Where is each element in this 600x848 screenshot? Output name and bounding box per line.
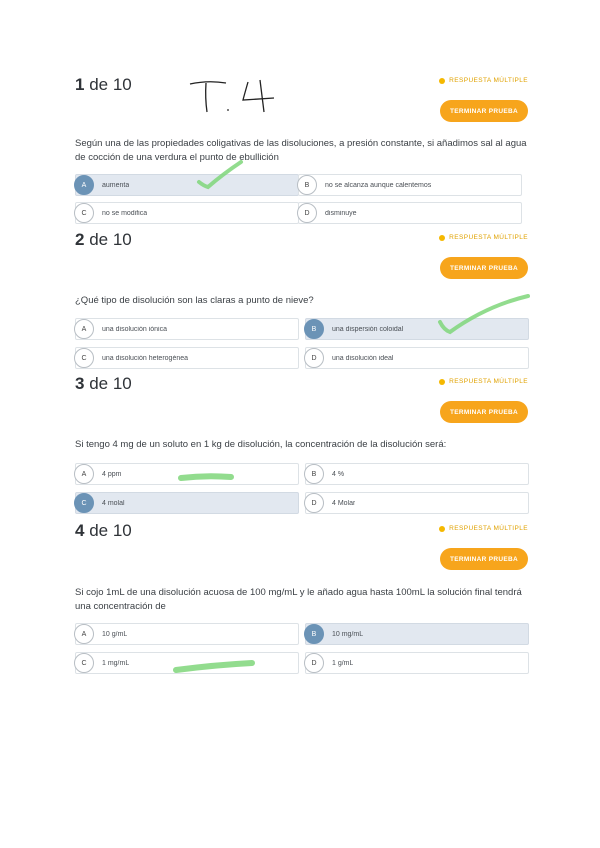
handwritten-annotation <box>188 78 288 123</box>
end-test-button[interactable]: TERMINAR PRUEBA <box>439 548 528 570</box>
question-counter: 2 de 10 <box>75 230 132 249</box>
option-text: no se modifica <box>102 209 148 217</box>
multiple-choice-badge: RESPUESTA MÚLTIPLE <box>439 234 528 241</box>
option-letter: D <box>304 493 324 513</box>
option-letter: A <box>74 464 94 484</box>
question-text: Según una de las propiedades coligativas… <box>75 138 527 163</box>
option-text: 1 mg/mL <box>102 659 130 667</box>
badge-dot-icon <box>439 234 446 241</box>
option-c[interactable]: Cno se modifica <box>74 202 299 224</box>
multiple-choice-badge: RESPUESTA MÚLTIPLE <box>439 378 528 385</box>
option-b[interactable]: B 10 mg/mL <box>304 623 529 645</box>
question-text: Si tengo 4 mg de un soluto en 1 kg de di… <box>75 439 447 450</box>
option-letter: D <box>297 203 317 223</box>
option-a[interactable]: Aaumenta <box>74 174 299 196</box>
option-b[interactable]: Bno se alcanza aunque calentemos <box>297 174 522 196</box>
option-letter: B <box>297 175 317 195</box>
question-counter: 4 de 10 <box>75 521 132 540</box>
highlighter-stroke-mark <box>178 470 234 489</box>
option-text: disminuye <box>325 209 357 217</box>
option-text: una dispersión coloidal <box>332 325 404 333</box>
question-counter: 1 de 10 <box>75 75 132 94</box>
option-d[interactable]: Duna disolución ideal <box>304 347 529 369</box>
option-letter: D <box>304 653 324 673</box>
end-test-button[interactable]: TERMINAR PRUEBA <box>439 401 528 423</box>
option-letter: A <box>74 319 94 339</box>
end-test-button[interactable]: TERMINAR PRUEBA <box>439 257 528 279</box>
end-test-button[interactable]: TERMINAR PRUEBA <box>439 100 528 122</box>
option-c[interactable]: C 4 molal <box>74 492 299 514</box>
highlighter-check-mark <box>436 292 531 341</box>
highlighter-stroke-mark <box>172 658 256 679</box>
highlighter-check-mark <box>195 158 245 195</box>
multiple-choice-badge: RESPUESTA MÚLTIPLE <box>439 525 528 532</box>
option-a[interactable]: A 10 g/mL <box>74 623 299 645</box>
option-a[interactable]: Auna disolución iónica <box>74 318 299 340</box>
question-counter: 3 de 10 <box>75 374 132 393</box>
option-letter: B <box>304 319 324 339</box>
badge-dot-icon <box>439 378 446 385</box>
option-letter: D <box>304 348 324 368</box>
option-text: 1 g/mL <box>332 659 354 667</box>
option-d[interactable]: Ddisminuye <box>297 202 522 224</box>
option-text: una disolución heterogénea <box>102 354 189 362</box>
multiple-choice-badge: RESPUESTA MÚLTIPLE <box>439 77 528 84</box>
option-c[interactable]: Cuna disolución heterogénea <box>74 347 299 369</box>
option-letter: B <box>304 464 324 484</box>
option-b[interactable]: B 4 % <box>304 463 529 485</box>
option-text: 4 ppm <box>102 470 122 478</box>
option-letter: A <box>74 175 94 195</box>
option-letter: C <box>74 348 94 368</box>
badge-dot-icon <box>439 77 446 84</box>
option-letter: C <box>74 203 94 223</box>
option-text: 4 % <box>332 470 345 478</box>
option-text: no se alcanza aunque calentemos <box>325 181 432 189</box>
option-letter: C <box>74 493 94 513</box>
option-d[interactable]: D 1 g/mL <box>304 652 529 674</box>
badge-dot-icon <box>439 525 446 532</box>
option-letter: C <box>74 653 94 673</box>
option-letter: A <box>74 624 94 644</box>
option-text: 4 molal <box>102 499 125 507</box>
option-text: aumenta <box>102 181 130 189</box>
question-text: Si cojo 1mL de una disolución acuosa de … <box>75 587 522 612</box>
option-text: 4 Molar <box>332 499 356 507</box>
option-d[interactable]: D 4 Molar <box>304 492 529 514</box>
option-letter: B <box>304 624 324 644</box>
option-text: 10 g/mL <box>102 630 128 638</box>
option-text: una disolución iónica <box>102 325 167 333</box>
option-text: 10 mg/mL <box>332 630 364 638</box>
option-text: una disolución ideal <box>332 354 394 362</box>
